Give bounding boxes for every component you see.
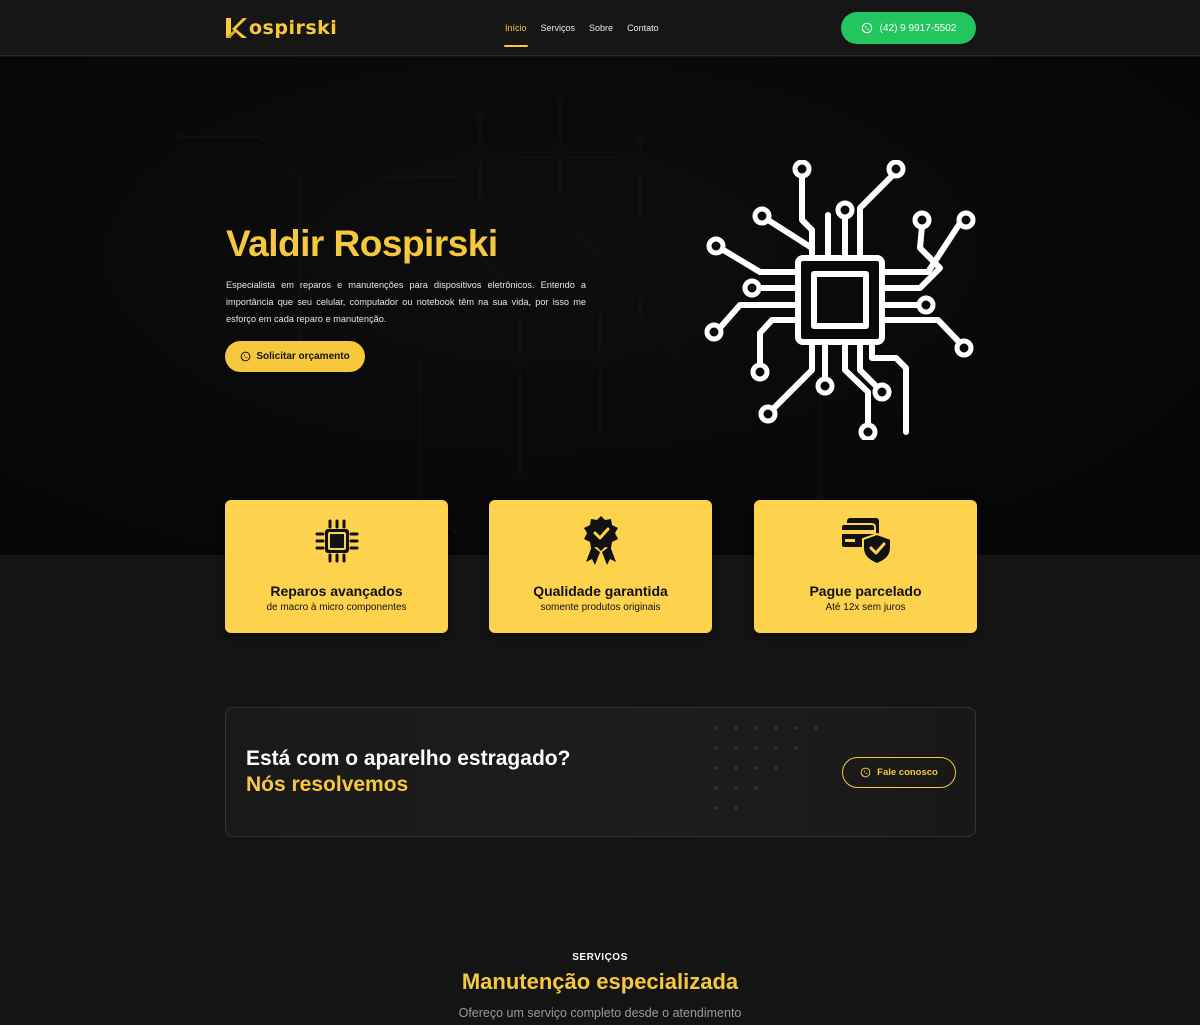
whatsapp-icon (860, 767, 871, 778)
circuit-chip-icon (704, 160, 976, 440)
nav-item-servicos[interactable]: Serviços (541, 0, 576, 56)
hero-description: Especialista em reparos e manutenções pa… (226, 280, 586, 324)
nav-item-sobre[interactable]: Sobre (589, 0, 613, 56)
feature-title: Reparos avançados (270, 583, 403, 599)
services-label: SERVIÇOS (572, 952, 628, 963)
cta-subheadline: Nós resolvemos (246, 773, 409, 796)
phone-number: (42) 9 9917-5502 (879, 22, 957, 34)
logo[interactable]: ospirski (225, 15, 337, 41)
feature-title: Qualidade garantida (533, 583, 668, 599)
cta-headline: Está com o aparelho estragado? (246, 747, 571, 770)
request-quote-label: Solicitar orçamento (256, 351, 350, 362)
contact-us-button[interactable]: Fale conosco (842, 757, 956, 788)
k-logo-icon (226, 18, 247, 38)
credit-card-shield-icon (839, 518, 892, 566)
phone-whatsapp-button[interactable]: (42) 9 9917-5502 (841, 12, 976, 44)
feature-subtitle: somente produtos originais (540, 602, 661, 613)
whatsapp-icon (240, 351, 251, 362)
hero-title: Valdir Rospirski (226, 223, 498, 264)
feature-subtitle: de macro à micro componentes (266, 602, 407, 613)
services-description: Ofereço um serviço completo desde o aten… (458, 1006, 742, 1020)
main-nav: Início Serviços Sobre Contato (504, 0, 659, 56)
services-title: Manutenção especializada (461, 969, 739, 994)
quality-badge-icon (583, 516, 618, 565)
nav-item-contato[interactable]: Contato (627, 0, 659, 56)
hero-section: Valdir Rospirski Especialista em reparos… (0, 57, 1200, 555)
cpu-chip-icon (315, 519, 358, 563)
request-quote-button[interactable]: Solicitar orçamento (225, 341, 365, 372)
feature-card-quality: Qualidade garantida somente produtos ori… (489, 500, 712, 633)
cta-banner: Está com o aparelho estragado? Nós resol… (225, 707, 976, 837)
feature-card-repairs: Reparos avançados de macro à micro compo… (225, 500, 448, 633)
feature-card-installments: Pague parcelado Até 12x sem juros (754, 500, 977, 633)
nav-item-inicio[interactable]: Início (504, 0, 528, 56)
feature-title: Pague parcelado (809, 583, 922, 599)
background-circuit-pattern (176, 93, 824, 538)
feature-subtitle: Até 12x sem juros (825, 602, 906, 613)
logo-text: ospirski (249, 17, 338, 39)
contact-us-label: Fale conosco (877, 767, 938, 778)
whatsapp-icon (861, 22, 872, 34)
site-header: ospirski Início Serviços Sobre Contato (… (0, 0, 1200, 56)
